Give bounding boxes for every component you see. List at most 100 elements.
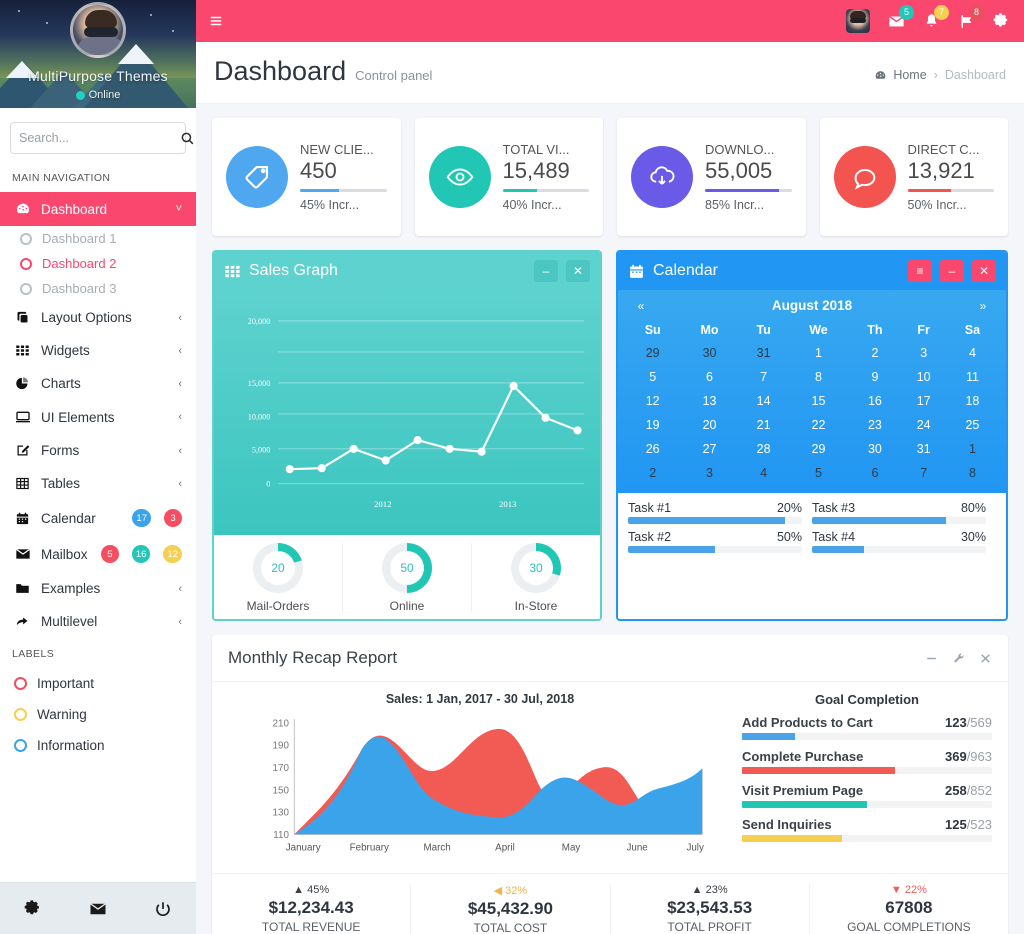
breadcrumb-home[interactable]: Home (874, 68, 927, 82)
calendar-day[interactable]: 8 (947, 461, 998, 485)
gear-icon[interactable] (24, 899, 42, 918)
task-item: Task #4 30% (812, 530, 996, 559)
avatar[interactable] (70, 2, 126, 58)
sidebar-item-mailbox[interactable]: Mailbox 5 16 12 (0, 536, 196, 572)
minimize-button[interactable]: – (940, 260, 964, 282)
calendar-day[interactable]: 16 (849, 389, 900, 413)
goal-name: Visit Premium Page (742, 783, 864, 798)
calendar-day[interactable]: 15 (788, 389, 850, 413)
sidebar-item-forms[interactable]: Forms ‹ (0, 434, 196, 467)
calendar-day[interactable]: 24 (900, 413, 946, 437)
sidebar-subitem-dashboard-2[interactable]: Dashboard 2 (0, 251, 196, 276)
calendar-day[interactable]: 22 (788, 413, 850, 437)
calendar-day[interactable]: 20 (679, 413, 739, 437)
close-button[interactable]: ✕ (972, 260, 996, 282)
calendar-day[interactable]: 2 (626, 461, 679, 485)
sidebar-label-information[interactable]: Information (0, 730, 196, 761)
calendar-day[interactable]: 2 (849, 341, 900, 365)
next-month-button[interactable]: » (972, 299, 994, 313)
sidebar-item-ui-elements[interactable]: UI Elements ‹ (0, 400, 196, 434)
page-subtitle: Control panel (355, 68, 433, 83)
sidebar-item-calendar[interactable]: Calendar 17 3 (0, 500, 196, 536)
infobox-new-clients[interactable]: NEW CLIE... 450 45% Incr... (212, 118, 401, 236)
donut-value: 30 (529, 561, 543, 575)
calendar-day[interactable]: 6 (849, 461, 900, 485)
calendar-day[interactable]: 1 (947, 437, 998, 461)
search-box[interactable] (10, 122, 194, 154)
sidebar-subitem-dashboard-3[interactable]: Dashboard 3 (0, 276, 196, 301)
close-button[interactable]: ✕ (566, 260, 590, 282)
sidebar-subitem-dashboard-1[interactable]: Dashboard 1 (0, 226, 196, 251)
sidebar-label-warning[interactable]: Warning (0, 699, 196, 730)
minimize-button[interactable]: – (534, 260, 558, 282)
calendar-day[interactable]: 8 (788, 365, 850, 389)
sidebar-item-charts[interactable]: Charts ‹ (0, 367, 196, 400)
tasks-button[interactable]: 8 (958, 4, 984, 30)
calendar-day[interactable]: 23 (849, 413, 900, 437)
prev-month-button[interactable]: « (630, 299, 652, 313)
goal-total: /852 (966, 783, 992, 798)
infobox-total-visits[interactable]: TOTAL VI... 15,489 40% Incr... (414, 118, 603, 236)
infobox-direct-chat[interactable]: DIRECT C... 13,921 50% Incr... (819, 118, 1008, 236)
calendar-day[interactable]: 26 (626, 437, 679, 461)
calendar-day[interactable]: 3 (900, 341, 946, 365)
calendar-day[interactable]: 4 (947, 341, 998, 365)
calendar-day[interactable]: 9 (849, 365, 900, 389)
calendar-day[interactable]: 25 (947, 413, 998, 437)
calendar-day[interactable]: 12 (626, 389, 679, 413)
calendar-icon (14, 511, 31, 526)
calendar-day[interactable]: 14 (740, 389, 788, 413)
sidebar-item-tables[interactable]: Tables ‹ (0, 467, 196, 500)
calendar-day[interactable]: 30 (679, 341, 739, 365)
calendar-day[interactable]: 7 (900, 461, 946, 485)
calendar-day[interactable]: 6 (679, 365, 739, 389)
main-area: 5 7 8 Dashboard Control panel Home › Das… (196, 0, 1024, 934)
calendar-day[interactable]: 28 (740, 437, 788, 461)
sidebar-item-multilevel[interactable]: Multilevel ‹ (0, 605, 196, 638)
infobox-downloads[interactable]: DOWNLO... 55,005 85% Incr... (617, 118, 806, 236)
calendar-day[interactable]: 17 (900, 389, 946, 413)
navbar-avatar[interactable] (846, 9, 870, 33)
calendar-day[interactable]: 1 (788, 341, 850, 365)
calendar-day[interactable]: 13 (679, 389, 739, 413)
calendar-day[interactable]: 10 (900, 365, 946, 389)
calendar-day[interactable]: 31 (900, 437, 946, 461)
calendar-day[interactable]: 18 (947, 389, 998, 413)
sidebar-label-important[interactable]: Important (0, 668, 196, 699)
sidebar-item-widgets[interactable]: Widgets ‹ (0, 334, 196, 367)
sidebar-item-examples[interactable]: Examples ‹ (0, 572, 196, 605)
panel-title: Calendar (653, 262, 718, 279)
settings-button[interactable] (993, 12, 1010, 30)
menu-button[interactable]: ≡ (908, 260, 932, 282)
calendar-week-row: 12 13 14 15 16 17 18 (626, 389, 998, 413)
calendar-day[interactable]: 29 (788, 437, 850, 461)
search-icon[interactable] (180, 131, 194, 145)
donut-in-store: 30 In-Store (472, 543, 600, 613)
wrench-icon[interactable] (952, 652, 965, 665)
hamburger-icon[interactable] (208, 14, 224, 28)
gear-icon[interactable] (993, 12, 1010, 30)
notifications-button[interactable]: 7 (923, 4, 949, 30)
calendar-day[interactable]: 3 (679, 461, 739, 485)
calendar-day[interactable]: 19 (626, 413, 679, 437)
sidebar-item-layout-options[interactable]: Layout Options ‹ (0, 301, 196, 334)
calendar-day[interactable]: 21 (740, 413, 788, 437)
calendar-day[interactable]: 31 (740, 341, 788, 365)
calendar-day[interactable]: 4 (740, 461, 788, 485)
calendar-day[interactable]: 7 (740, 365, 788, 389)
search-input[interactable] (19, 131, 180, 145)
calendar-day[interactable]: 29 (626, 341, 679, 365)
sidebar-item-dashboard[interactable]: Dashboard ˅ (0, 192, 196, 226)
calendar-day[interactable]: 5 (626, 365, 679, 389)
calendar-day[interactable]: 27 (679, 437, 739, 461)
close-icon[interactable] (979, 652, 992, 665)
dashboard-icon (14, 201, 31, 217)
power-icon[interactable] (154, 900, 172, 918)
calendar-day[interactable]: 5 (788, 461, 850, 485)
minus-icon[interactable] (925, 652, 938, 665)
calendar-day[interactable]: 30 (849, 437, 900, 461)
chevron-left-icon: ‹ (178, 311, 182, 324)
envelope-icon[interactable] (89, 900, 107, 918)
messages-button[interactable]: 5 (888, 4, 914, 30)
calendar-day[interactable]: 11 (947, 365, 998, 389)
